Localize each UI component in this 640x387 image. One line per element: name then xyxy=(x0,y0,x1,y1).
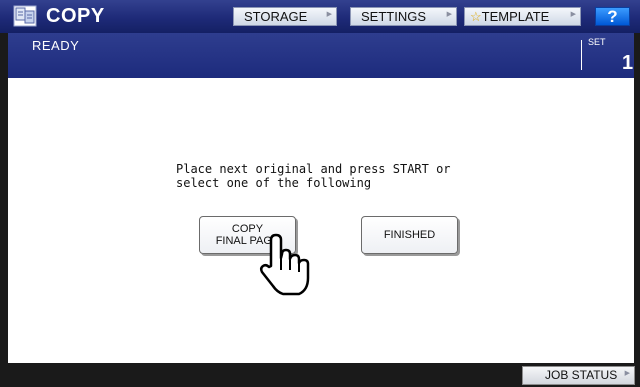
help-button[interactable]: ? xyxy=(595,7,630,26)
hand-pointer-icon xyxy=(259,233,310,296)
job-status-label: JOB STATUS xyxy=(545,368,618,382)
arrow-icon: ▶ xyxy=(624,370,630,377)
instruction-line-2: select one of the following xyxy=(176,176,372,190)
title-bar: COPY STORAGE ▶ SETTINGS ▶ ☆TEMPLATE ▶ ? xyxy=(0,0,640,33)
finished-button[interactable]: FINISHED xyxy=(361,216,458,254)
set-count: 1 xyxy=(622,52,634,74)
set-label: SET xyxy=(588,37,606,47)
arrow-icon: ▶ xyxy=(326,11,332,18)
storage-button[interactable]: STORAGE ▶ xyxy=(233,7,337,26)
arrow-icon: ▶ xyxy=(446,11,452,18)
job-status-button[interactable]: JOB STATUS ▶ xyxy=(522,366,635,385)
set-divider xyxy=(581,40,582,70)
status-bar xyxy=(8,33,634,78)
arrow-icon: ▶ xyxy=(570,11,576,18)
template-button[interactable]: ☆TEMPLATE ▶ xyxy=(464,7,581,26)
instruction-message: Place next original and press START or s… xyxy=(176,162,451,190)
copy-app-icon xyxy=(13,5,37,27)
settings-button[interactable]: SETTINGS ▶ xyxy=(350,7,457,26)
storage-label: STORAGE xyxy=(244,9,308,24)
settings-label: SETTINGS xyxy=(361,9,427,24)
status-text: READY xyxy=(32,38,80,53)
star-icon: ☆ xyxy=(470,9,482,24)
instruction-line-1: Place next original and press START or xyxy=(176,162,451,176)
app-title: COPY xyxy=(46,5,105,27)
template-label: TEMPLATE xyxy=(481,9,550,24)
